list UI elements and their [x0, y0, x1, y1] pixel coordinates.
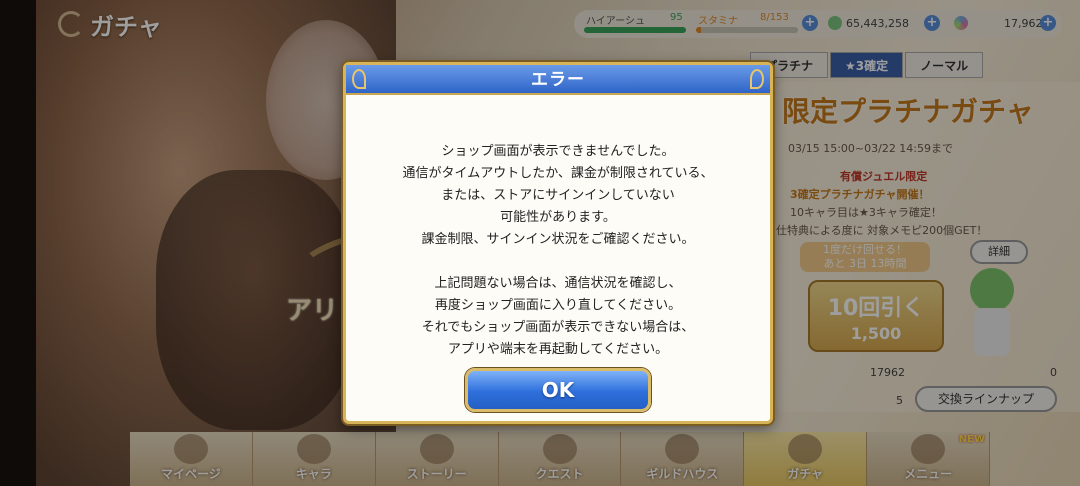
message-line: ショップ画面が表示できませんでした。 [441, 144, 675, 159]
message-line: アプリや端末を再起動してください。 [447, 342, 669, 357]
ok-button[interactable]: OK [465, 368, 651, 412]
game-screen: ガチャ ハイアーシュ 95 スタミナ 8/153 + 65,443,258 + … [0, 0, 1080, 486]
message-line: 通信がタイムアウトしたか、課金が制限されている、 [402, 166, 714, 181]
header-ornament-left-icon [352, 69, 366, 89]
message-line: 可能性があります。 [500, 210, 616, 225]
message-line: 課金制限、サインイン状況をご確認ください。 [421, 232, 695, 247]
header-ornament-right-icon [750, 69, 764, 89]
dialog-title: エラー [531, 70, 585, 90]
message-line: それでもショップ画面が表示できない場合は、 [421, 320, 695, 335]
dialog-message: ショップ画面が表示できませんでした。 通信がタイムアウトしたか、課金が制限されて… [346, 141, 770, 361]
dialog-header: エラー [346, 65, 770, 95]
error-dialog: エラー ショップ画面が表示できませんでした。 通信がタイムアウトしたか、課金が制… [343, 62, 773, 424]
message-line: または、ストアにサインインしていない [441, 188, 675, 203]
system-left-bar [0, 0, 36, 486]
message-line: 上記問題ない場合は、通信状況を確認し、 [434, 276, 682, 291]
message-line: 再度ショップ画面に入り直してください。 [434, 298, 682, 313]
